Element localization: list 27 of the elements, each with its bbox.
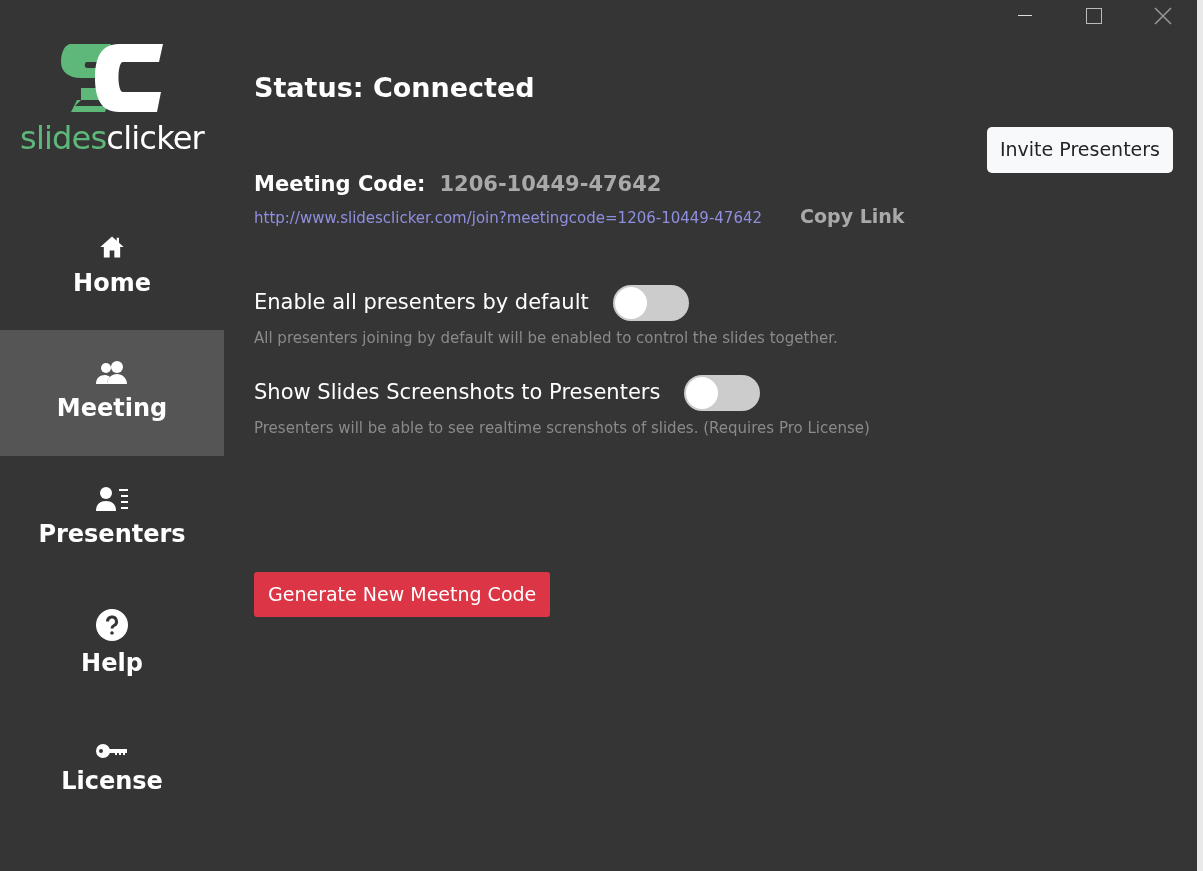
- maximize-icon[interactable]: [1085, 8, 1102, 24]
- meeting-code-label: Meeting Code:: [254, 170, 426, 198]
- sidebar-item[interactable]: Meeting: [0, 330, 224, 456]
- connection-status: Status: Connected: [254, 71, 536, 105]
- minimize-icon[interactable]: [1017, 15, 1032, 17]
- setting-description: Presenters will be able to see realtime screnshots of slides. (Requires Pro License): [254, 418, 871, 439]
- presenter-list-icon: [95, 486, 129, 512]
- meeting-code-value: 1206-10449-47642: [439, 170, 662, 198]
- logo-icon: [61, 42, 163, 114]
- copy-link-button[interactable]: Copy Link: [800, 202, 905, 231]
- join-link[interactable]: http://www.slidesclicker.com/join?meetingcode=1206-10449-47642: [254, 207, 763, 230]
- app-logo-wordmark: slidesclicker: [20, 122, 204, 154]
- sidebar-item[interactable]: Presenters: [0, 456, 224, 582]
- close-icon[interactable]: [1153, 7, 1172, 25]
- toggle-switch[interactable]: [684, 375, 761, 411]
- setting-description: All presenters joining by default will be enabled to control the slides together.: [254, 327, 839, 349]
- setting-label: Enable all presenters by default: [254, 288, 589, 316]
- toggle-switch[interactable]: [612, 284, 689, 321]
- sidebar-item[interactable]: Home: [0, 204, 224, 330]
- setting-label: Show Slides Screenshots to Presenters: [254, 379, 661, 407]
- generate-code-button[interactable]: Generate New Meetng Code: [254, 571, 551, 617]
- sidebar-item[interactable]: Help: [0, 582, 224, 708]
- sidebar-item[interactable]: License: [0, 708, 224, 834]
- users-icon: [95, 360, 129, 386]
- invite-presenters-button[interactable]: Invite Presenters: [986, 126, 1173, 173]
- key-icon: [96, 743, 128, 759]
- help-icon: [96, 609, 128, 641]
